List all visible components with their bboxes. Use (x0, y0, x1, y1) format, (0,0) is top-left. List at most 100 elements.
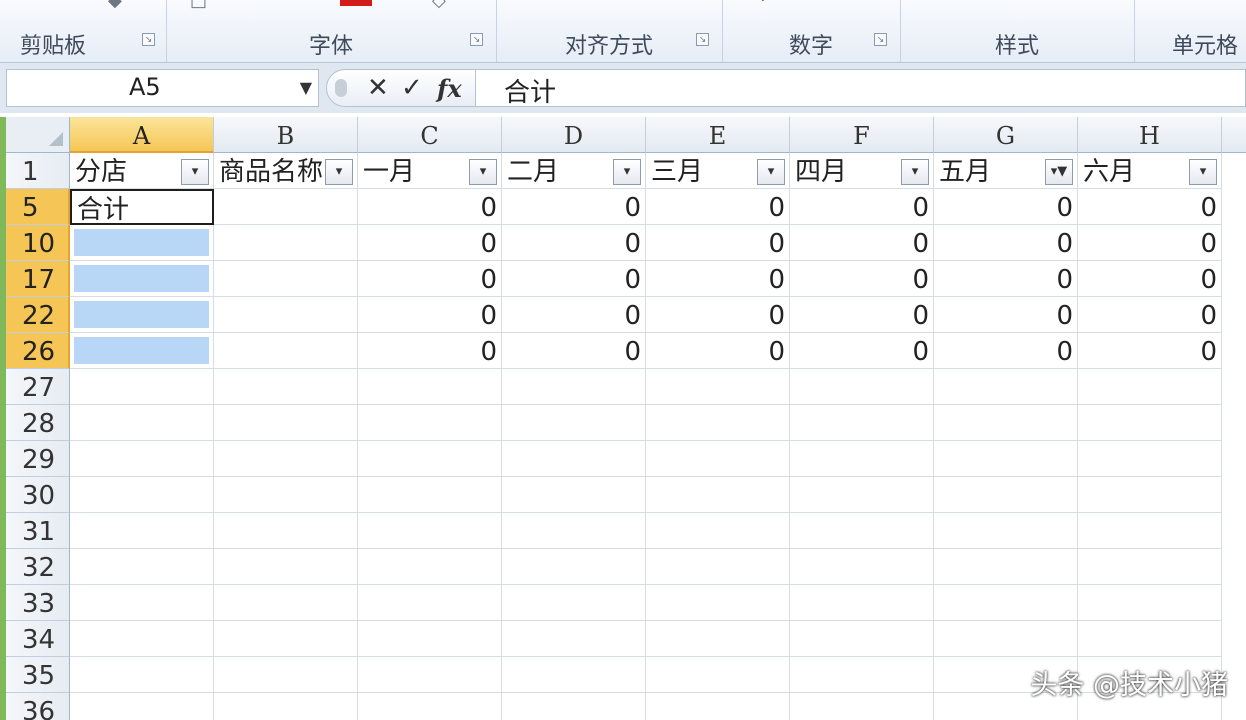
cell[interactable]: 0 (358, 297, 502, 333)
header-cell[interactable]: 五月 ▾▼ (934, 153, 1078, 189)
cell[interactable] (934, 405, 1078, 441)
cell[interactable]: 0 (790, 261, 934, 297)
formula-input[interactable]: 合计 (476, 69, 1246, 108)
row-header[interactable]: 29 (6, 441, 70, 477)
cell[interactable] (214, 333, 358, 369)
font-launcher-icon[interactable]: ↘ (470, 33, 483, 46)
cell[interactable] (646, 441, 790, 477)
row-header[interactable]: 10 (6, 225, 70, 261)
cell[interactable] (646, 657, 790, 693)
cell[interactable] (358, 477, 502, 513)
cell[interactable]: 0 (1078, 297, 1222, 333)
row-header[interactable]: 35 (6, 657, 70, 693)
cell[interactable] (214, 261, 358, 297)
cell[interactable] (1078, 549, 1222, 585)
cell[interactable] (790, 693, 934, 720)
column-header-f[interactable]: F (790, 117, 934, 153)
column-header-b[interactable]: B (214, 117, 358, 153)
cell[interactable] (214, 621, 358, 657)
cell[interactable] (358, 621, 502, 657)
cell[interactable] (70, 441, 214, 477)
cell[interactable] (934, 513, 1078, 549)
cell[interactable] (1078, 513, 1222, 549)
grip-handle[interactable] (335, 79, 347, 97)
cell[interactable] (646, 513, 790, 549)
cell[interactable] (358, 513, 502, 549)
row-header[interactable]: 33 (6, 585, 70, 621)
row-header[interactable]: 31 (6, 513, 70, 549)
cell[interactable] (934, 621, 1078, 657)
cell[interactable] (70, 369, 214, 405)
cancel-icon[interactable]: ✕ (367, 73, 389, 103)
cell[interactable] (70, 693, 214, 720)
cell[interactable] (214, 225, 358, 261)
row-header[interactable]: 5 (6, 189, 70, 225)
row-header[interactable]: 17 (6, 261, 70, 297)
number-launcher-icon[interactable]: ↘ (874, 33, 887, 46)
cell[interactable] (358, 441, 502, 477)
cell[interactable]: 0 (502, 333, 646, 369)
cell[interactable] (358, 549, 502, 585)
cell[interactable]: 0 (358, 189, 502, 225)
cell[interactable] (70, 297, 214, 333)
column-header-c[interactable]: C (358, 117, 502, 153)
cell[interactable] (1078, 477, 1222, 513)
row-header[interactable]: 30 (6, 477, 70, 513)
chevron-down-icon[interactable]: ▾ (325, 159, 353, 185)
chevron-down-icon[interactable]: ▾ (613, 159, 641, 185)
cell[interactable] (358, 693, 502, 720)
column-header-d[interactable]: D (502, 117, 646, 153)
cell[interactable] (934, 477, 1078, 513)
enter-icon[interactable]: ✓ (401, 73, 423, 103)
cell[interactable] (214, 441, 358, 477)
header-cell[interactable]: 四月 ▾ (790, 153, 934, 189)
chevron-down-icon[interactable]: ▾ (901, 159, 929, 185)
cell[interactable] (214, 189, 358, 225)
row-header[interactable]: 1 (6, 153, 70, 189)
cell[interactable]: 0 (1078, 261, 1222, 297)
cell[interactable]: 0 (934, 297, 1078, 333)
cell[interactable] (502, 657, 646, 693)
cell[interactable] (646, 549, 790, 585)
column-header-g[interactable]: G (934, 117, 1078, 153)
cell[interactable] (934, 369, 1078, 405)
alignment-launcher-icon[interactable]: ↘ (696, 33, 709, 46)
cell[interactable] (214, 657, 358, 693)
cell[interactable] (214, 693, 358, 720)
cell[interactable] (790, 441, 934, 477)
cell[interactable] (358, 585, 502, 621)
cell[interactable] (646, 585, 790, 621)
row-header[interactable]: 36 (6, 693, 70, 720)
select-all-button[interactable] (6, 117, 70, 153)
cell[interactable] (214, 369, 358, 405)
cell[interactable]: 0 (790, 333, 934, 369)
cell[interactable]: 0 (646, 225, 790, 261)
cell[interactable] (70, 657, 214, 693)
row-header[interactable]: 28 (6, 405, 70, 441)
cell[interactable]: 0 (646, 297, 790, 333)
cell[interactable] (502, 693, 646, 720)
chevron-down-icon[interactable]: ▾ (1189, 159, 1217, 185)
cell[interactable]: 合计 (70, 189, 214, 225)
chevron-down-icon[interactable]: ▾ (181, 159, 209, 185)
cell[interactable] (502, 477, 646, 513)
cell[interactable] (70, 333, 214, 369)
cell[interactable]: 0 (502, 189, 646, 225)
header-cell[interactable]: 三月 ▾ (646, 153, 790, 189)
header-cell[interactable]: 二月 ▾ (502, 153, 646, 189)
chevron-down-icon[interactable]: ▼ (300, 78, 312, 97)
cell[interactable] (502, 405, 646, 441)
cell[interactable] (646, 369, 790, 405)
row-header[interactable]: 26 (6, 333, 70, 369)
cell[interactable]: 0 (646, 189, 790, 225)
cell[interactable] (502, 441, 646, 477)
cell[interactable] (790, 513, 934, 549)
cell[interactable] (70, 621, 214, 657)
cell[interactable] (70, 477, 214, 513)
row-header[interactable]: 34 (6, 621, 70, 657)
cell[interactable]: 0 (1078, 189, 1222, 225)
cell[interactable]: 0 (502, 261, 646, 297)
header-cell[interactable]: 六月 ▾ (1078, 153, 1222, 189)
cell[interactable] (358, 369, 502, 405)
cell[interactable] (790, 405, 934, 441)
